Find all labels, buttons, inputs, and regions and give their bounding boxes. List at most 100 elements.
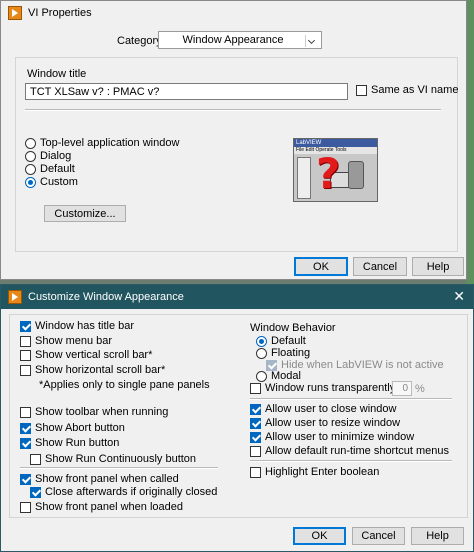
question-mark-icon: ? [316, 149, 341, 198]
preview-controls [297, 157, 311, 199]
labview-app-icon [8, 6, 22, 20]
radio-label: Default [40, 163, 75, 175]
radio-label: Floating [271, 347, 311, 359]
category-dropdown[interactable]: Window Appearance [158, 31, 322, 49]
checkbox-label: Show front panel when called [35, 473, 179, 485]
labview-app-icon [8, 290, 22, 304]
radio-label: Top-level application window [40, 137, 180, 149]
checkbox-label: Close afterwards if originally closed [45, 486, 218, 498]
radio-label: Custom [40, 176, 78, 188]
checkbox-label: Show Abort button [35, 422, 125, 434]
category-label: Category [117, 35, 162, 47]
checkbox-box [20, 473, 31, 485]
checkbox-label: Show toolbar when running [35, 406, 169, 418]
window-title: VI Properties [28, 7, 92, 19]
radio-custom[interactable]: Custom [25, 176, 78, 188]
radio-label: Modal [271, 370, 301, 382]
radio-top-level[interactable]: Top-level application window [25, 137, 179, 149]
cancel-button[interactable]: Cancel [353, 257, 407, 276]
checkbox-label: Show vertical scroll bar* [35, 349, 153, 361]
show-menu-bar-checkbox[interactable]: Show menu bar [20, 335, 112, 347]
highlight-enter-boolean-checkbox[interactable]: Highlight Enter boolean [250, 466, 379, 478]
show-front-panel-when-loaded-checkbox[interactable]: Show front panel when loaded [20, 501, 183, 513]
show-horizontal-scroll-bar-checkbox[interactable]: Show horizontal scroll bar* [20, 364, 165, 376]
show-toolbar-when-running-checkbox[interactable]: Show toolbar when running [20, 406, 168, 418]
separator [25, 109, 441, 111]
show-front-panel-when-called-checkbox[interactable]: Show front panel when called [20, 473, 179, 485]
radio-circle [25, 137, 36, 149]
separator [20, 467, 218, 469]
checkbox-label: Show front panel when loaded [35, 501, 183, 513]
window-has-title-bar-checkbox[interactable]: Window has title bar [20, 320, 134, 332]
checkbox-label: Show Run Continuously button [45, 453, 197, 465]
checkbox-label: Window runs transparently [265, 382, 396, 394]
behavior-modal-radio[interactable]: Modal [256, 370, 301, 382]
allow-minimize-window-checkbox[interactable]: Allow user to minimize window [250, 431, 414, 443]
radio-default[interactable]: Default [25, 163, 75, 175]
checkbox-label: Allow user to minimize window [265, 431, 415, 443]
show-abort-button-checkbox[interactable]: Show Abort button [20, 422, 125, 434]
single-pane-note: *Applies only to single pane panels [39, 379, 210, 391]
radio-circle [256, 370, 267, 382]
window-runs-transparently-checkbox[interactable]: Window runs transparently [250, 382, 395, 394]
chevron-down-icon [305, 35, 318, 47]
customize-cancel-button[interactable]: Cancel [352, 527, 405, 545]
customize-help-button[interactable]: Help [411, 527, 464, 545]
checkbox-box [20, 349, 31, 361]
window-title-group-label: Window title [27, 68, 87, 80]
allow-close-window-checkbox[interactable]: Allow user to close window [250, 403, 396, 415]
checkbox-label: Allow user to resize window [265, 417, 401, 429]
checkbox-box [20, 335, 31, 347]
checkbox-box [356, 84, 367, 96]
checkbox-box [30, 486, 41, 498]
checkbox-box [250, 445, 261, 457]
percent-label: % [415, 383, 425, 395]
show-run-continuously-checkbox[interactable]: Show Run Continuously button [30, 453, 196, 465]
customize-titlebar[interactable]: Customize Window Appearance ✕ [1, 285, 473, 309]
category-value: Window Appearance [182, 34, 284, 46]
window-title-input[interactable]: TCT XLSaw v? : PMAC v? [25, 83, 348, 100]
radio-dialog[interactable]: Dialog [25, 150, 71, 162]
separator [250, 460, 452, 462]
window-title-value: TCT XLSaw v? : PMAC v? [30, 86, 160, 98]
checkbox-box [20, 406, 31, 418]
show-vertical-scroll-bar-checkbox[interactable]: Show vertical scroll bar* [20, 349, 152, 361]
checkbox-box [266, 359, 277, 371]
ok-button[interactable]: OK [294, 257, 348, 276]
checkbox-label: Allow user to close window [265, 403, 397, 415]
customize-ok-button[interactable]: OK [293, 527, 346, 545]
vi-properties-titlebar[interactable]: VI Properties [1, 1, 466, 25]
help-button[interactable]: Help [412, 257, 464, 276]
checkbox-box [20, 437, 31, 449]
radio-circle [25, 150, 36, 162]
transparency-percent-input[interactable]: 0 [392, 381, 412, 396]
show-run-button-checkbox[interactable]: Show Run button [20, 437, 119, 449]
same-as-vi-name-checkbox[interactable]: Same as VI name [356, 84, 458, 96]
behavior-floating-radio[interactable]: Floating [256, 347, 310, 359]
preview-titlebar: LabVIEW [294, 139, 377, 147]
radio-circle [25, 163, 36, 175]
checkbox-label: Allow default run-time shortcut menus [265, 445, 450, 457]
preview-knob [348, 161, 364, 189]
checkbox-label: Highlight Enter boolean [265, 466, 380, 478]
radio-circle-selected [256, 335, 267, 347]
customize-window: Customize Window Appearance ✕ Window has… [0, 284, 474, 552]
checkbox-box [250, 431, 261, 443]
close-icon[interactable]: ✕ [453, 288, 465, 305]
allow-resize-window-checkbox[interactable]: Allow user to resize window [250, 417, 400, 429]
customize-button[interactable]: Customize... [44, 205, 126, 222]
window-preview-image: LabVIEW File Edit Operate Tools ? [293, 138, 378, 202]
radio-label: Dialog [40, 150, 72, 162]
behavior-default-radio[interactable]: Default [256, 335, 306, 347]
separator [250, 398, 452, 400]
checkbox-box [250, 417, 261, 429]
close-afterwards-checkbox[interactable]: Close afterwards if originally closed [30, 486, 217, 498]
checkbox-box [250, 403, 261, 415]
checkbox-label: Show Run button [35, 437, 120, 449]
checkbox-box [20, 501, 31, 513]
window-title: Customize Window Appearance [28, 291, 184, 303]
radio-label: Default [271, 335, 306, 347]
allow-shortcut-menus-checkbox[interactable]: Allow default run-time shortcut menus [250, 445, 449, 457]
checkbox-label: Show horizontal scroll bar* [35, 364, 166, 376]
checkbox-label: Show menu bar [35, 335, 113, 347]
